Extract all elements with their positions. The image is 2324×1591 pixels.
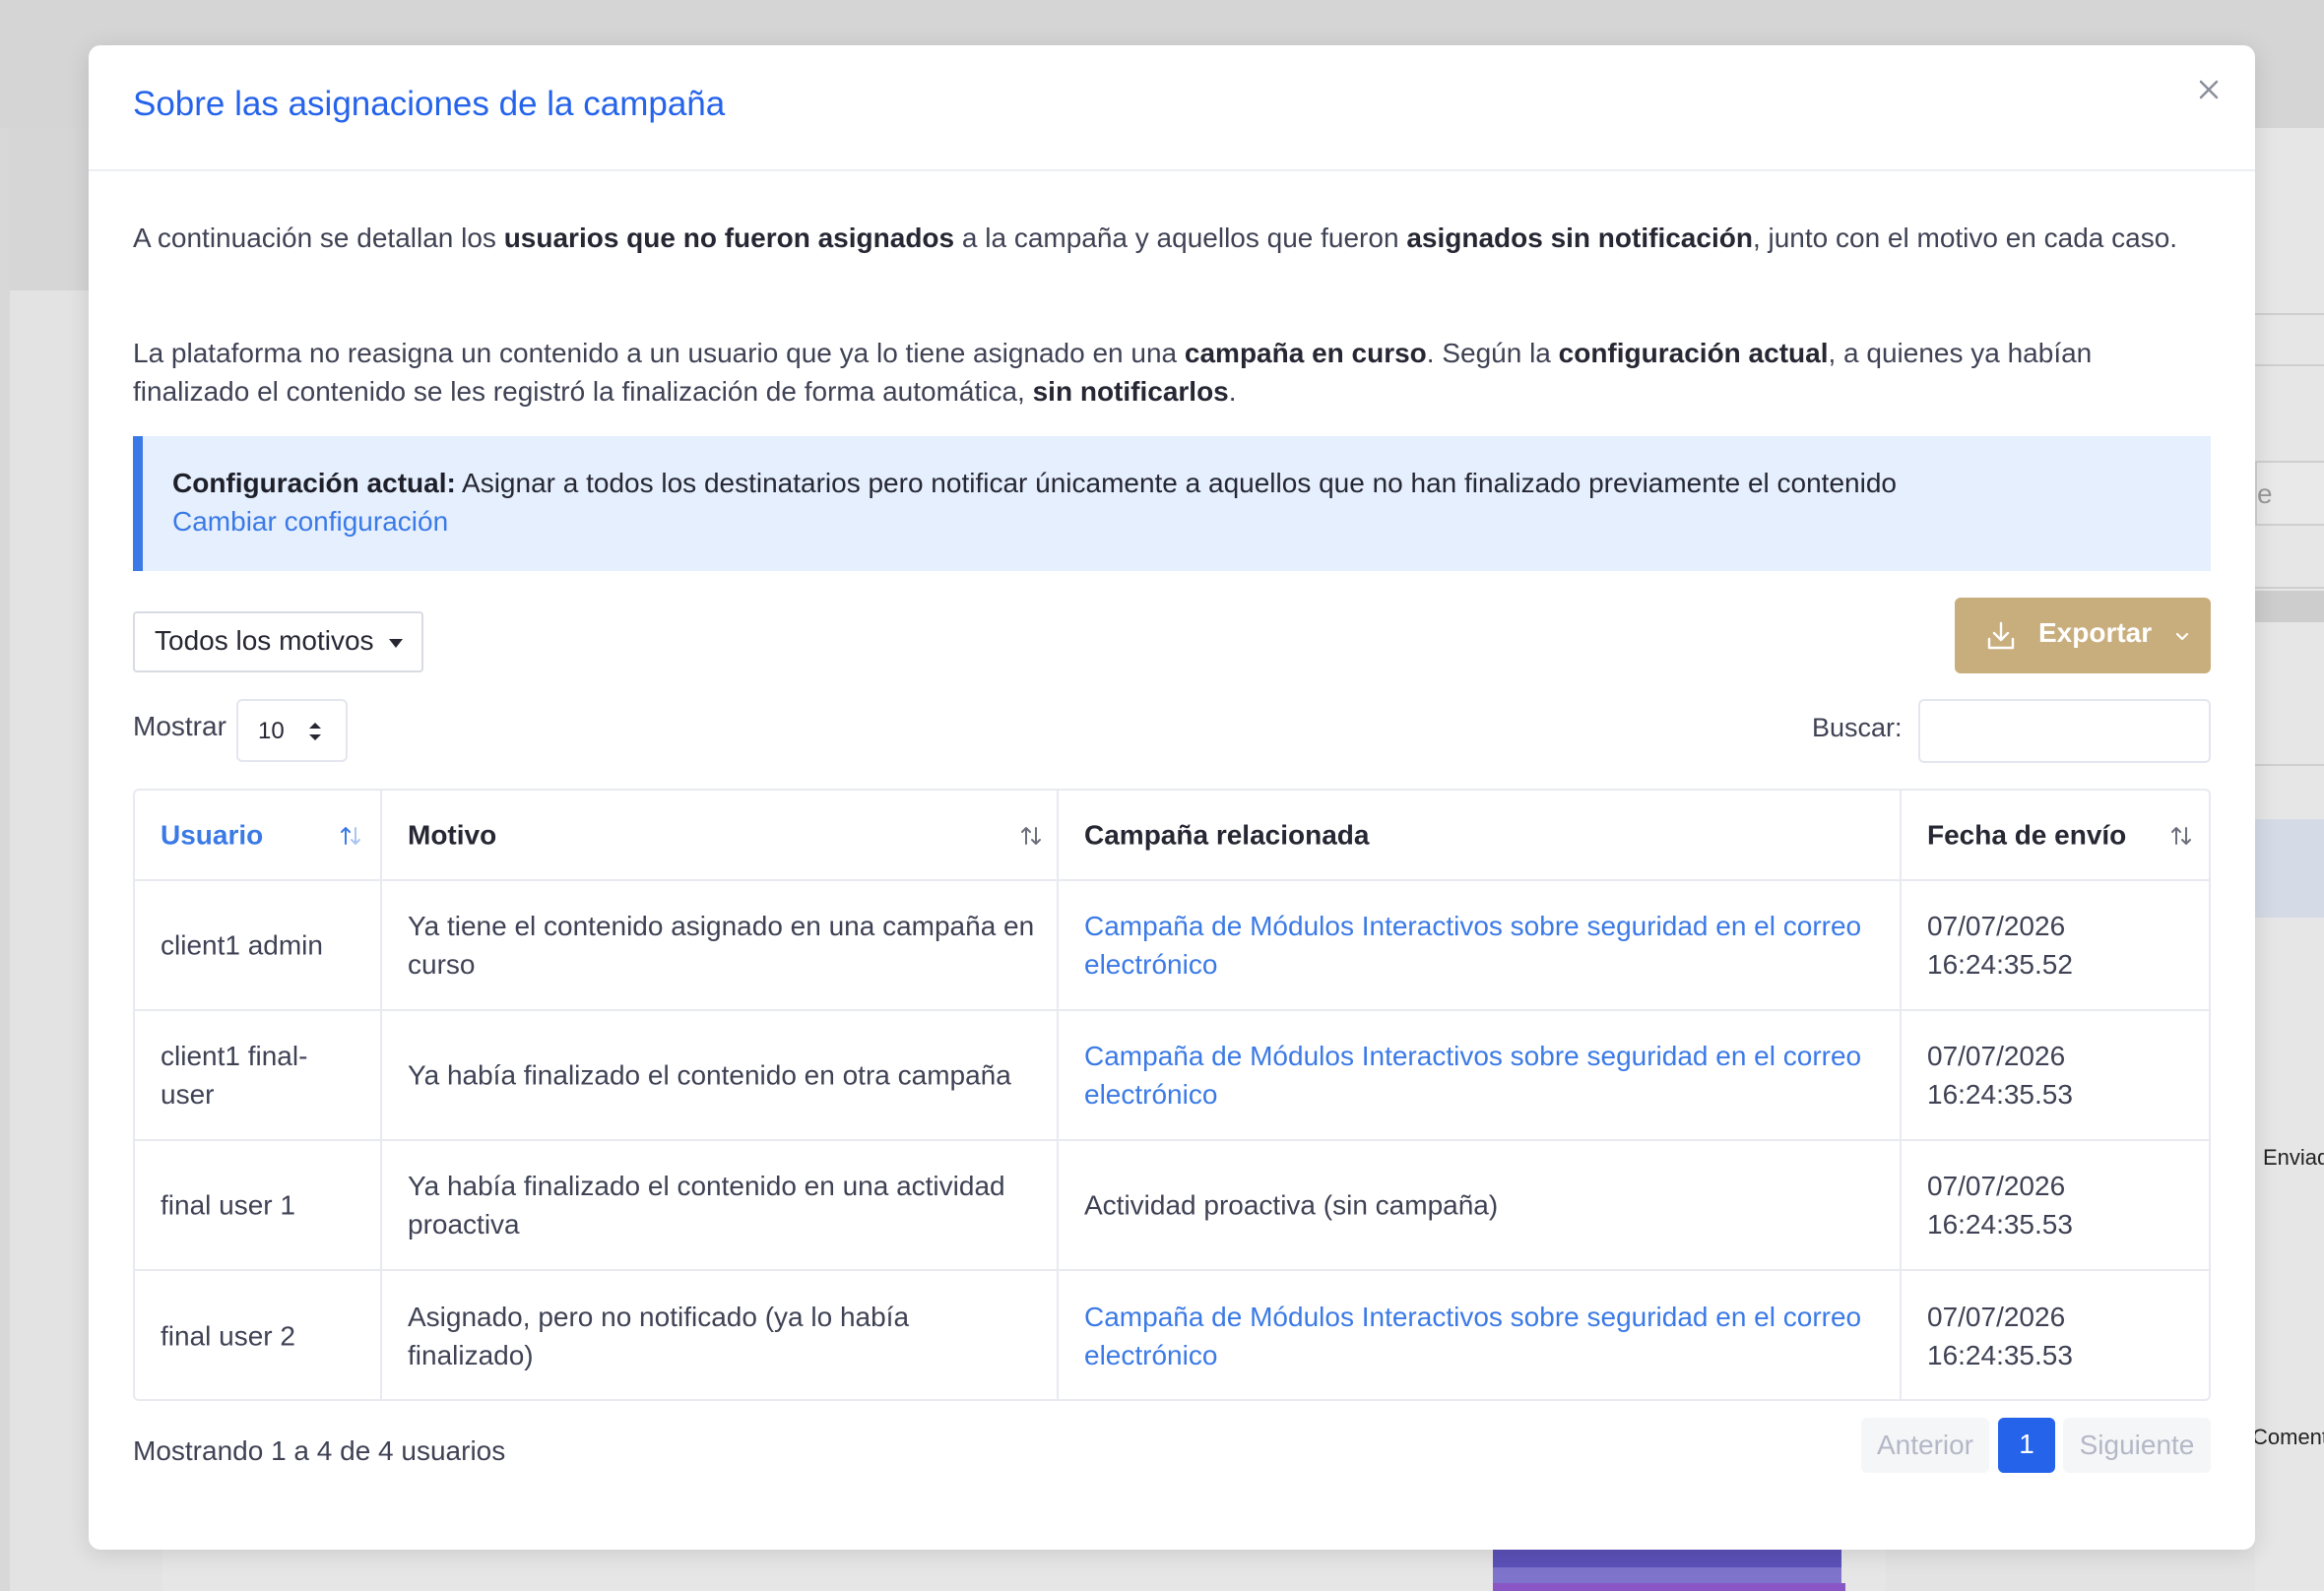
background-sidebar-fragment <box>10 128 89 290</box>
background-divider <box>2255 587 2324 589</box>
background-divider <box>2255 313 2324 315</box>
background-chart-bar <box>1493 1567 1841 1583</box>
cell-user: client1 final-user <box>161 1041 308 1110</box>
cell-date: 07/07/2026 16:24:35.53 <box>1900 1271 2209 1399</box>
modal-header: Sobre las asignaciones de la campaña <box>89 45 2255 171</box>
assignments-table: Usuario Motivo Campaña relacionada Fecha… <box>133 789 2211 1401</box>
cell-campaign: Campaña de Módulos Interactivos sobre se… <box>1057 1271 1900 1399</box>
cell-reason: Asignado, pero no notificado (ya lo habí… <box>380 1271 1057 1399</box>
current-config-alert: Configuración actual: Asignar a todos lo… <box>133 436 2211 571</box>
table-info: Mostrando 1 a 4 de 4 usuarios <box>133 1435 506 1466</box>
sort-icon[interactable] <box>2167 822 2195 850</box>
cell-campaign: Campaña de Módulos Interactivos sobre se… <box>1057 881 1900 1009</box>
table-row: final user 2 Asignado, pero no notificad… <box>135 1271 2209 1399</box>
table-row: final user 1 Ya había finalizado el cont… <box>135 1141 2209 1271</box>
cell-date: 07/07/2026 16:24:35.53 <box>1900 1141 2209 1269</box>
export-button[interactable]: Exportar <box>1955 598 2211 673</box>
assignments-modal: Sobre las asignaciones de la campaña A c… <box>89 45 2255 1550</box>
change-config-link[interactable]: Cambiar configuración <box>172 502 448 541</box>
current-config-text: Configuración actual: Asignar a todos lo… <box>172 468 1897 498</box>
close-button[interactable] <box>2186 67 2231 112</box>
cell-date: 07/07/2026 16:24:35.53 <box>1900 1011 2209 1139</box>
cell-reason: Ya había finalizado el contenido en una … <box>380 1141 1057 1269</box>
cell-date: 07/07/2026 16:24:35.52 <box>1900 881 2209 1009</box>
column-header-campana[interactable]: Campaña relacionada <box>1057 791 1900 879</box>
export-label: Exportar <box>2038 617 2153 648</box>
reason-filter-select[interactable]: Todos los motivos <box>133 611 423 672</box>
modal-title: Sobre las asignaciones de la campaña <box>133 85 726 123</box>
column-header-label: Usuario <box>161 819 264 851</box>
background-input-fragment: e <box>2255 461 2324 526</box>
intro-paragraph-1: A continuación se detallan los usuarios … <box>133 223 2178 253</box>
background-chart-bar <box>1493 1548 1841 1567</box>
page-length-value: 10 <box>258 718 285 744</box>
pagination-page-1[interactable]: 1 <box>1998 1418 2055 1473</box>
cell-user: client1 admin <box>161 929 323 961</box>
page-length-select[interactable]: 10 <box>236 699 348 762</box>
column-header-fecha[interactable]: Fecha de envío <box>1900 791 2209 879</box>
download-icon <box>1987 621 2015 650</box>
chevron-down-icon <box>2175 632 2189 641</box>
background-divider <box>2255 764 2324 766</box>
cell-campaign: Campaña de Módulos Interactivos sobre se… <box>1057 1011 1900 1139</box>
background-highlight <box>2255 819 2324 918</box>
cell-user: final user 1 <box>161 1189 295 1221</box>
campaign-link[interactable]: Campaña de Módulos Interactivos sobre se… <box>1084 907 1880 984</box>
column-header-label: Campaña relacionada <box>1084 819 1370 851</box>
campaign-link[interactable]: Campaña de Módulos Interactivos sobre se… <box>1084 1298 1880 1374</box>
background-input-text: e <box>2257 478 2273 509</box>
table-header-row: Usuario Motivo Campaña relacionada Fecha… <box>135 791 2209 881</box>
search-input[interactable] <box>1918 699 2211 763</box>
sort-icon[interactable] <box>337 822 364 850</box>
campaign-link[interactable]: Campaña de Módulos Interactivos sobre se… <box>1084 1037 1880 1114</box>
caret-down-icon <box>389 639 403 648</box>
background-label: Coment <box>2252 1425 2324 1449</box>
column-header-label: Motivo <box>408 819 497 851</box>
intro-paragraph-2: La plataforma no reasigna un contenido a… <box>133 338 2093 407</box>
cell-reason: Ya tiene el contenido asignado en una ca… <box>380 881 1057 1009</box>
pagination-next-button[interactable]: Siguiente <box>2063 1418 2211 1473</box>
column-header-usuario[interactable]: Usuario <box>135 791 380 879</box>
select-arrows-icon <box>309 723 321 740</box>
pagination-previous-button[interactable]: Anterior <box>1861 1418 1989 1473</box>
cell-user: final user 2 <box>161 1320 295 1352</box>
search-label: Buscar: <box>1812 713 1903 742</box>
column-header-label: Fecha de envío <box>1927 819 2127 851</box>
table-row: client1 admin Ya tiene el contenido asig… <box>135 881 2209 1011</box>
table-row: client1 final-user Ya había finalizado e… <box>135 1011 2209 1141</box>
background-divider <box>2255 364 2324 366</box>
cell-reason: Ya había finalizado el contenido en otra… <box>380 1011 1057 1139</box>
background-chart-bar <box>1493 1583 1845 1591</box>
cell-campaign: Actividad proactiva (sin campaña) <box>1057 1141 1900 1269</box>
background-bar <box>2255 591 2324 622</box>
background-label: Enviad <box>2263 1145 2324 1170</box>
page-length-label: Mostrar <box>133 711 226 741</box>
reason-filter-value: Todos los motivos <box>155 625 374 656</box>
column-header-motivo[interactable]: Motivo <box>380 791 1057 879</box>
close-icon <box>2199 80 2219 99</box>
sort-icon[interactable] <box>1017 822 1045 850</box>
